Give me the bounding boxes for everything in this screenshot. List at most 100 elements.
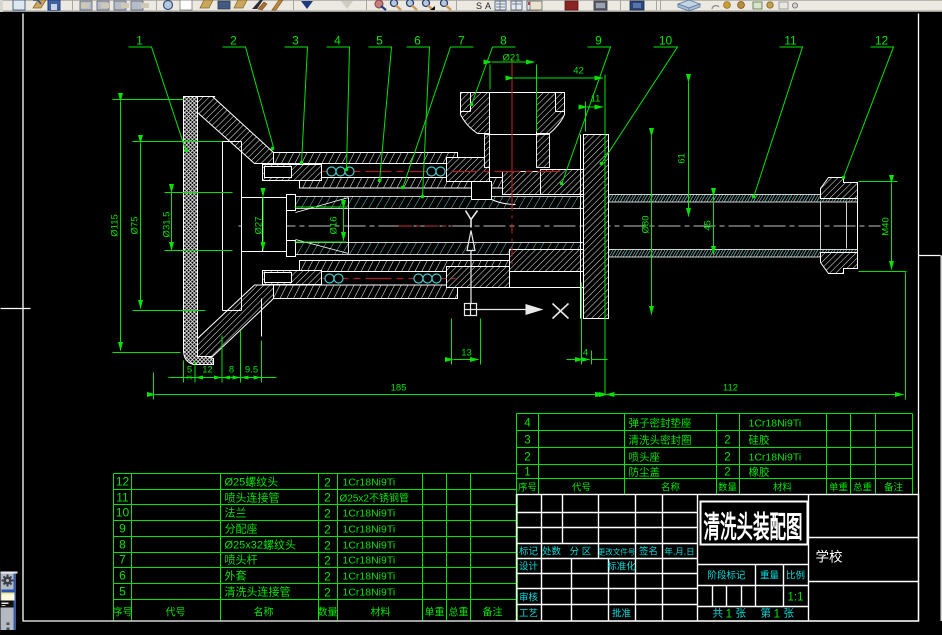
svg-text:11: 11: [784, 34, 797, 48]
svg-text:2: 2: [324, 476, 331, 490]
svg-text:共: 共: [713, 608, 724, 620]
svg-text:185: 185: [391, 383, 407, 394]
svg-text:9: 9: [119, 522, 126, 536]
svg-text:12: 12: [875, 34, 889, 48]
svg-text:1:1: 1:1: [788, 592, 804, 604]
svg-text:名称: 名称: [254, 606, 274, 619]
svg-text:6: 6: [119, 569, 126, 583]
svg-text:橡胶: 橡胶: [749, 466, 770, 479]
svg-text:设计: 设计: [519, 561, 539, 573]
svg-text:2: 2: [324, 586, 331, 600]
svg-text:4: 4: [524, 418, 531, 430]
svg-text:2: 2: [324, 507, 331, 521]
svg-text:喷头座: 喷头座: [629, 451, 661, 464]
svg-text:1: 1: [524, 467, 530, 479]
svg-text:代号: 代号: [572, 483, 591, 494]
svg-text:13: 13: [461, 348, 472, 359]
svg-text:备注: 备注: [483, 606, 503, 619]
svg-text:1: 1: [136, 34, 143, 48]
svg-text:1Cr18Ni9Ti: 1Cr18Ni9Ti: [343, 477, 396, 489]
svg-text:防尘盖: 防尘盖: [629, 466, 661, 479]
svg-text:3: 3: [292, 34, 299, 48]
svg-text:11: 11: [591, 94, 601, 105]
svg-text:2: 2: [724, 467, 730, 479]
svg-text:4: 4: [583, 348, 588, 359]
svg-text:1Cr18Ni9Ti: 1Cr18Ni9Ti: [343, 508, 396, 520]
svg-text:标准化: 标准化: [607, 561, 636, 573]
svg-text:3: 3: [524, 435, 530, 447]
svg-text:序号: 序号: [113, 606, 133, 619]
svg-text:Ø75: Ø75: [130, 217, 141, 235]
svg-text:分配座: 分配座: [225, 522, 258, 536]
svg-text:1Cr18Ni9Ti: 1Cr18Ni9Ti: [343, 540, 396, 552]
svg-text:12: 12: [116, 475, 130, 489]
svg-text:10: 10: [116, 506, 130, 520]
svg-text:总重: 总重: [853, 482, 873, 494]
svg-text:法兰: 法兰: [225, 506, 247, 520]
svg-text:61: 61: [677, 153, 688, 164]
svg-text:单重: 单重: [425, 606, 445, 619]
svg-text:A: A: [485, 1, 491, 11]
svg-text:数量: 数量: [318, 606, 338, 619]
svg-text:代号: 代号: [166, 607, 186, 619]
svg-text:M40: M40: [881, 217, 892, 235]
svg-text:9.5: 9.5: [245, 365, 258, 376]
svg-text:弹子密封垫座: 弹子密封垫座: [629, 417, 692, 430]
svg-text:8: 8: [500, 34, 507, 48]
svg-text:工艺: 工艺: [519, 609, 538, 620]
svg-text:12: 12: [202, 365, 213, 376]
svg-text:Ø25x32螺纹头: Ø25x32螺纹头: [225, 538, 297, 552]
svg-text:1: 1: [774, 607, 781, 621]
svg-text:Ø115: Ø115: [110, 214, 121, 237]
svg-text:7: 7: [458, 34, 465, 48]
svg-text:10: 10: [659, 34, 673, 48]
svg-text:Ø25螺纹头: Ø25螺纹头: [225, 475, 279, 489]
svg-text:2: 2: [524, 452, 530, 464]
svg-text:批准: 批准: [612, 608, 632, 620]
svg-text:1Cr18Ni9Ti: 1Cr18Ni9Ti: [343, 524, 396, 536]
svg-text:2: 2: [324, 554, 331, 568]
svg-text:42: 42: [573, 66, 584, 77]
svg-text:标记: 标记: [519, 546, 539, 558]
svg-text:1: 1: [726, 607, 733, 621]
svg-text:阶段标记: 阶段标记: [707, 570, 746, 582]
svg-text:1Cr18Ni9Ti: 1Cr18Ni9Ti: [343, 587, 396, 599]
svg-text:备注: 备注: [884, 482, 904, 494]
svg-text:5: 5: [119, 585, 126, 599]
svg-text:Ø16: Ø16: [329, 217, 340, 235]
svg-text:4: 4: [334, 34, 341, 48]
svg-text:签名: 签名: [639, 546, 658, 558]
svg-text:学校: 学校: [816, 549, 844, 565]
svg-text:年,月,日: 年,月,日: [664, 547, 694, 557]
svg-text:材料: 材料: [371, 606, 391, 619]
svg-text:分 区: 分 区: [570, 547, 592, 558]
svg-text:序号: 序号: [518, 482, 537, 494]
svg-text:材料: 材料: [773, 482, 793, 494]
svg-text:1Cr18Ni9Ti: 1Cr18Ni9Ti: [343, 555, 396, 567]
svg-text:5: 5: [376, 34, 383, 48]
svg-text:张: 张: [736, 608, 747, 620]
svg-text:1Cr18Ni9Ti: 1Cr18Ni9Ti: [749, 452, 802, 464]
svg-text:Ø27: Ø27: [254, 217, 265, 235]
svg-text:8: 8: [119, 538, 126, 552]
svg-text:Ø21: Ø21: [503, 53, 521, 64]
svg-text:8: 8: [229, 365, 234, 376]
svg-text:1Cr18Ni9Ti: 1Cr18Ni9Ti: [749, 418, 802, 430]
svg-text:112: 112: [723, 383, 738, 394]
svg-text:总重: 总重: [449, 606, 469, 619]
svg-text:2: 2: [324, 491, 331, 505]
svg-text:2: 2: [324, 570, 331, 584]
svg-text:2: 2: [230, 34, 237, 48]
svg-text:清洗头密封圈: 清洗头密封圈: [629, 434, 692, 447]
svg-text:单重: 单重: [829, 482, 849, 494]
svg-text:清洗头连接管: 清洗头连接管: [225, 585, 291, 599]
svg-text:9: 9: [595, 34, 602, 48]
svg-text:重量: 重量: [760, 570, 780, 582]
svg-text:2: 2: [724, 452, 730, 464]
svg-text:2: 2: [324, 523, 331, 537]
svg-text:张: 张: [784, 608, 795, 620]
svg-text:7: 7: [119, 553, 126, 567]
svg-text:2: 2: [324, 539, 331, 553]
svg-text:45: 45: [703, 220, 714, 231]
svg-text:清洗头装配图: 清洗头装配图: [704, 512, 803, 545]
